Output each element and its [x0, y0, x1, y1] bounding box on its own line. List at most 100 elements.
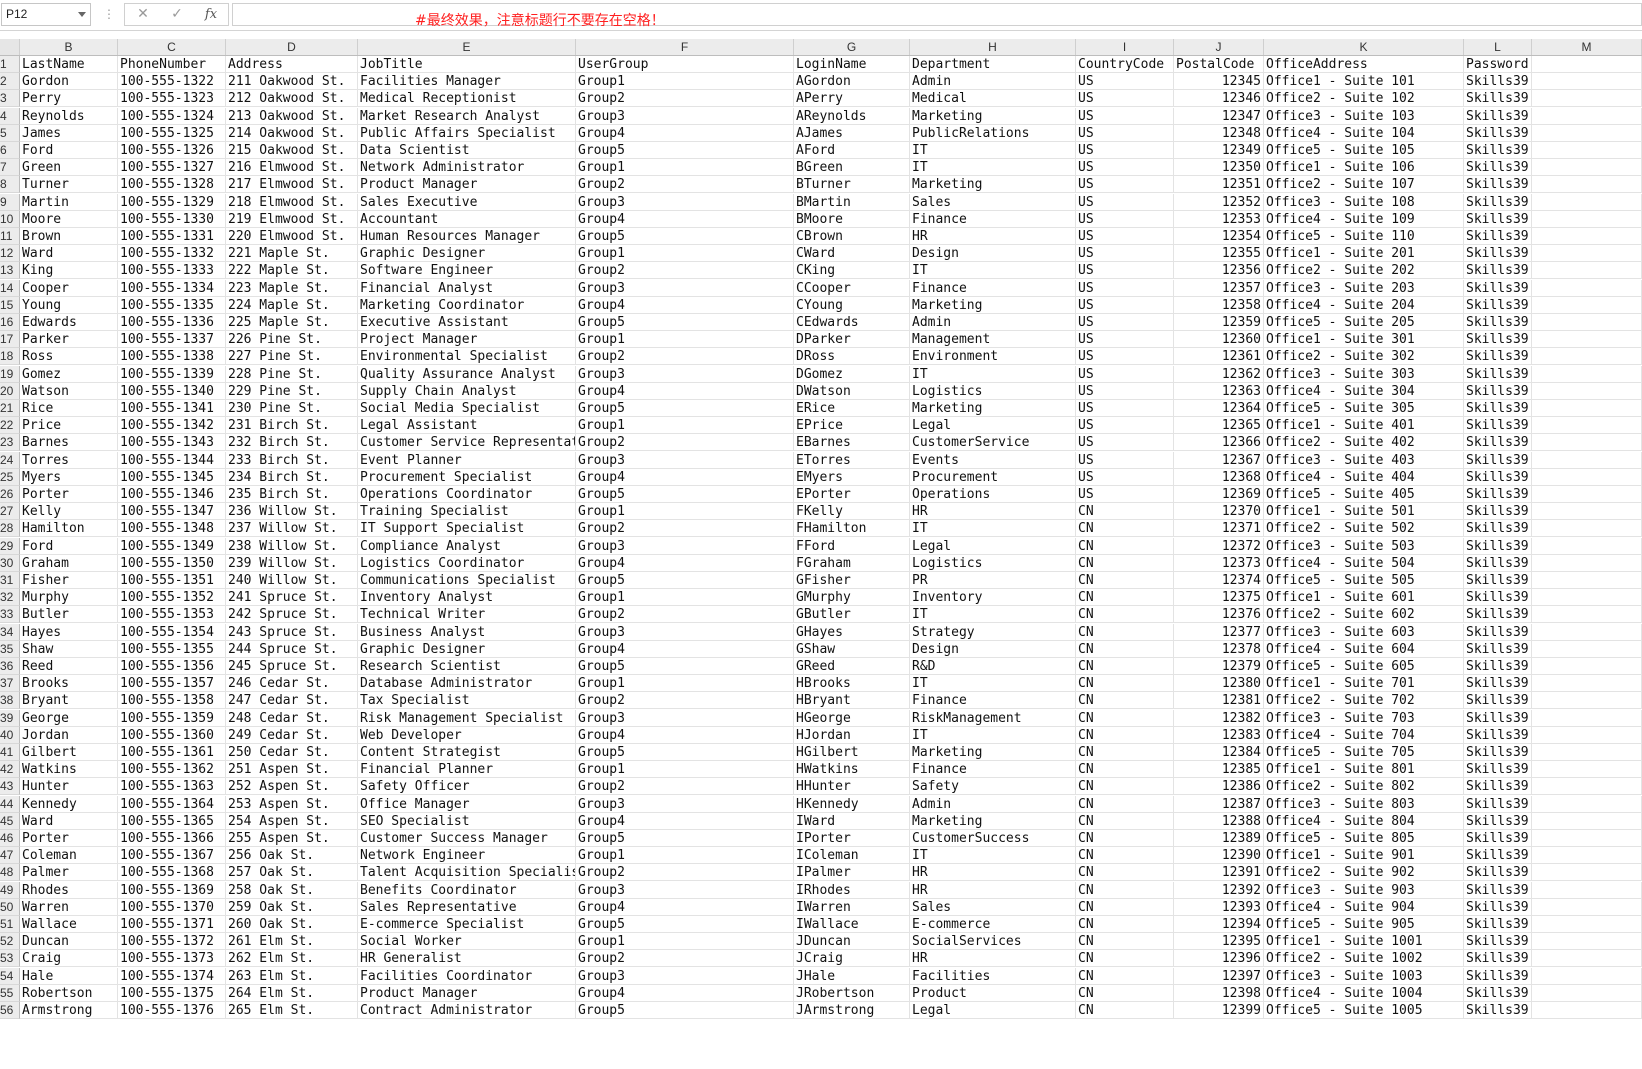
cell[interactable]: 12372	[1174, 537, 1264, 555]
cell[interactable]: ERice	[794, 400, 910, 417]
cell[interactable]: Group3	[576, 709, 794, 727]
cell[interactable]: Group4	[576, 210, 794, 228]
cell[interactable]: 230 Pine St.	[226, 400, 358, 417]
cell[interactable]: Customer Success Manager	[358, 830, 576, 847]
cell[interactable]: Craig	[20, 950, 118, 968]
cell[interactable]: Cooper	[20, 279, 118, 297]
cell[interactable]: Skills39	[1464, 864, 1532, 882]
cell[interactable]: Facilities Manager	[358, 73, 576, 91]
row-number[interactable]: 41	[0, 744, 20, 761]
cell[interactable]: Group1	[576, 503, 794, 521]
cell[interactable]: 100-555-1342	[118, 417, 226, 435]
row-number[interactable]: 8	[0, 176, 20, 194]
cell[interactable]: Ford	[20, 537, 118, 555]
cell[interactable]: CN	[1076, 744, 1174, 761]
row-number[interactable]: 6	[0, 142, 20, 159]
row-number[interactable]: 27	[0, 503, 20, 521]
sheet-grid[interactable]: 1 LastName PhoneNumber Address JobTitle UserG…	[0, 56, 1642, 1069]
cell[interactable]: 12392	[1174, 881, 1264, 899]
cell[interactable]: Procurement	[910, 468, 1076, 486]
cell[interactable]: Social Worker	[358, 933, 576, 951]
cell[interactable]: 12379	[1174, 658, 1264, 675]
cell[interactable]: Office2 - Suite 902	[1264, 864, 1464, 882]
cell[interactable]: Martin	[20, 193, 118, 211]
cell[interactable]: Bryant	[20, 692, 118, 710]
row-number[interactable]: 43	[0, 778, 20, 796]
cell[interactable]: Medical	[910, 90, 1076, 108]
cell[interactable]: BMartin	[794, 193, 910, 211]
cell[interactable]: CN	[1076, 881, 1174, 899]
cell[interactable]: 100-555-1353	[118, 606, 226, 624]
row-number[interactable]: 10	[0, 210, 20, 228]
cell[interactable]: Hayes	[20, 623, 118, 641]
cell[interactable]: Skills39	[1464, 331, 1532, 349]
cell[interactable]: 100-555-1374	[118, 967, 226, 985]
row-number[interactable]: 11	[0, 228, 20, 245]
cell[interactable]: 12374	[1174, 572, 1264, 589]
cell[interactable]: Operations	[910, 486, 1076, 503]
cell[interactable]	[1532, 537, 1642, 555]
cell[interactable]	[1532, 640, 1642, 658]
cancel-icon[interactable]: ✕	[128, 4, 158, 25]
cell[interactable]: 232 Birch St.	[226, 434, 358, 452]
cell[interactable]: BGreen	[794, 159, 910, 177]
cell[interactable]: 213 Oakwood St.	[226, 107, 358, 125]
row-number[interactable]: 7	[0, 159, 20, 177]
row-number[interactable]: 15	[0, 296, 20, 314]
header-cell[interactable]: LastName	[20, 56, 118, 73]
row-number[interactable]: 47	[0, 847, 20, 865]
column-header-j[interactable]: J	[1174, 39, 1264, 55]
cell[interactable]: CWard	[794, 245, 910, 263]
cell[interactable]: Logistics Coordinator	[358, 554, 576, 572]
cell[interactable]: Group5	[576, 228, 794, 245]
cell[interactable]: 225 Maple St.	[226, 314, 358, 331]
cell[interactable]: Group5	[576, 1002, 794, 1019]
cell[interactable]: 100-555-1323	[118, 90, 226, 108]
cell[interactable]: 100-555-1339	[118, 365, 226, 383]
cell[interactable]: Office1 - Suite 601	[1264, 589, 1464, 607]
cell[interactable]: 12355	[1174, 245, 1264, 263]
cell[interactable]: Group2	[576, 778, 794, 796]
row-number[interactable]: 16	[0, 314, 20, 331]
cell[interactable]: Finance	[910, 761, 1076, 779]
cell[interactable]: AFord	[794, 142, 910, 159]
cell[interactable]: 221 Maple St.	[226, 245, 358, 263]
cell[interactable]: King	[20, 262, 118, 280]
cell[interactable]: Gilbert	[20, 744, 118, 761]
cell[interactable]: US	[1076, 434, 1174, 452]
cell[interactable]: 12398	[1174, 984, 1264, 1002]
cell[interactable]: US	[1076, 468, 1174, 486]
cell[interactable]: IT Support Specialist	[358, 520, 576, 538]
cell[interactable]: Database Administrator	[358, 675, 576, 693]
cell[interactable]: 12363	[1174, 382, 1264, 400]
row-number[interactable]: 13	[0, 262, 20, 280]
cell[interactable]: Quality Assurance Analyst	[358, 365, 576, 383]
cell[interactable]: Legal	[910, 417, 1076, 435]
cell[interactable]: 100-555-1348	[118, 520, 226, 538]
column-header-h[interactable]: H	[910, 39, 1076, 55]
cell[interactable]: IT	[910, 675, 1076, 693]
row-number[interactable]: 28	[0, 520, 20, 538]
cell[interactable]: Torres	[20, 451, 118, 469]
cell[interactable]: 254 Aspen St.	[226, 812, 358, 830]
cell[interactable]: 255 Aspen St.	[226, 830, 358, 847]
cell[interactable]: Skills39	[1464, 744, 1532, 761]
row-number[interactable]: 38	[0, 692, 20, 710]
cell[interactable]: Skills39	[1464, 778, 1532, 796]
cell[interactable]: Admin	[910, 795, 1076, 813]
cell[interactable]: 12380	[1174, 675, 1264, 693]
cell[interactable]: 12387	[1174, 795, 1264, 813]
cell[interactable]: Reed	[20, 658, 118, 675]
cell[interactable]: 226 Pine St.	[226, 331, 358, 349]
cell[interactable]: Marketing	[910, 744, 1076, 761]
cell[interactable]: CN	[1076, 778, 1174, 796]
cell[interactable]: US	[1076, 417, 1174, 435]
cell[interactable]: Marketing	[910, 107, 1076, 125]
cell[interactable]: CN	[1076, 950, 1174, 968]
cell[interactable]: 12370	[1174, 503, 1264, 521]
check-icon[interactable]: ✓	[162, 4, 192, 25]
cell[interactable]: Group5	[576, 142, 794, 159]
cell[interactable]: FFord	[794, 537, 910, 555]
cell[interactable]: US	[1076, 90, 1174, 108]
cell[interactable]: Logistics	[910, 554, 1076, 572]
